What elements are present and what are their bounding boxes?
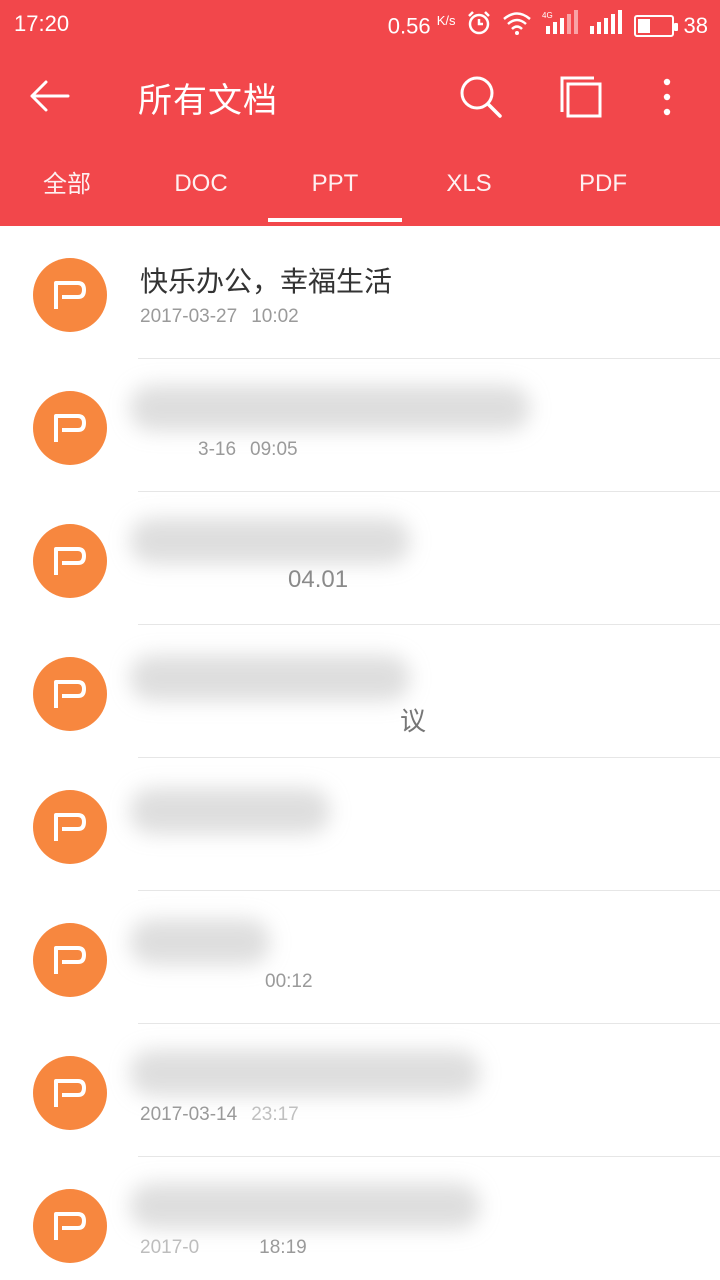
list-item[interactable] bbox=[0, 758, 720, 891]
blurred-file-name bbox=[130, 1050, 480, 1096]
file-meta: 04.01 bbox=[288, 566, 348, 594]
wifi-icon bbox=[502, 11, 532, 41]
tab-ppt[interactable]: PPT bbox=[268, 144, 402, 226]
ppt-file-icon bbox=[33, 258, 107, 332]
network-speed: 0.56 K/s bbox=[388, 13, 456, 39]
list-item[interactable]: 快乐办公，幸福生活 2017-03-27 10:02 bbox=[0, 226, 720, 359]
file-date: 2017-03-14 bbox=[140, 1104, 238, 1125]
file-time: 10:02 bbox=[251, 306, 299, 327]
page-title: 所有文档 bbox=[138, 81, 278, 121]
battery-level: 38 bbox=[683, 13, 708, 38]
ppt-file-icon bbox=[33, 1056, 107, 1130]
file-meta: 议 bbox=[400, 701, 426, 738]
ppt-file-icon bbox=[33, 1189, 107, 1263]
file-date: 2017-03-27 bbox=[140, 306, 238, 327]
search-button[interactable] bbox=[456, 72, 506, 122]
alarm-icon bbox=[466, 10, 492, 42]
tab-txt[interactable]: T bbox=[670, 144, 720, 226]
back-button[interactable] bbox=[24, 70, 76, 122]
file-time: 23:17 bbox=[251, 1104, 299, 1125]
ppt-file-icon bbox=[33, 657, 107, 731]
tab-all[interactable]: 全部 bbox=[0, 144, 134, 226]
back-arrow-icon bbox=[30, 80, 70, 112]
ppt-file-icon bbox=[33, 923, 107, 997]
blurred-file-name bbox=[130, 385, 530, 431]
status-indicators: 0.56 K/s 4G 38 bbox=[388, 10, 708, 42]
file-meta: 2017-03-14 23:17 bbox=[140, 1104, 299, 1126]
app-bar: 所有文档 bbox=[0, 48, 720, 144]
file-time: 18:19 bbox=[259, 1237, 307, 1258]
signal-icon bbox=[588, 10, 624, 42]
file-meta: 2017-03-27 10:02 bbox=[140, 306, 299, 328]
status-bar: 17:20 0.56 K/s 4G 38 bbox=[0, 0, 720, 48]
file-time: 09:05 bbox=[250, 439, 298, 460]
network-speed-value: 0.56 bbox=[387, 13, 431, 39]
ppt-file-icon bbox=[33, 524, 107, 598]
more-options-button[interactable] bbox=[652, 72, 682, 122]
list-item[interactable]: 2017-03-14 23:17 bbox=[0, 1024, 720, 1157]
blurred-file-name bbox=[130, 788, 330, 834]
file-date: 3-16 bbox=[198, 439, 237, 460]
file-time: 00:12 bbox=[265, 971, 313, 992]
ppt-file-icon bbox=[33, 391, 107, 465]
file-date: 2017-0 bbox=[140, 1237, 200, 1258]
network-speed-unit: K/s bbox=[436, 12, 456, 28]
status-time: 17:20 bbox=[14, 11, 70, 36]
file-name: 快乐办公，幸福生活 bbox=[140, 265, 393, 298]
list-item[interactable]: 04.01 bbox=[0, 492, 720, 625]
file-time: 04.01 bbox=[288, 566, 349, 593]
file-meta: 2017-0 18:19 bbox=[140, 1237, 307, 1259]
more-vertical-icon bbox=[663, 78, 671, 116]
file-time: 议 bbox=[400, 706, 427, 736]
blurred-file-name bbox=[130, 919, 270, 965]
signal-4g-icon: 4G bbox=[542, 10, 578, 42]
blurred-file-name bbox=[130, 518, 410, 564]
file-list: 快乐办公，幸福生活 2017-03-27 10:02 3-16 09:05 04.0… bbox=[0, 226, 720, 1280]
list-item[interactable]: 2017-0 18:19 bbox=[0, 1157, 720, 1280]
blurred-file-name bbox=[130, 655, 410, 701]
ppt-file-icon bbox=[33, 790, 107, 864]
list-item[interactable]: 议 bbox=[0, 625, 720, 758]
tab-doc[interactable]: DOC bbox=[134, 144, 268, 226]
tab-xls[interactable]: XLS bbox=[402, 144, 536, 226]
battery-icon bbox=[633, 15, 678, 37]
copy-icon bbox=[560, 76, 602, 118]
tab-pdf[interactable]: PDF bbox=[536, 144, 670, 226]
blurred-file-name bbox=[130, 1183, 480, 1229]
file-meta: 3-16 09:05 bbox=[198, 439, 298, 461]
file-meta: 00:12 bbox=[265, 971, 313, 993]
battery-fill bbox=[637, 19, 650, 33]
network-type-label: 4G bbox=[542, 11, 553, 20]
file-type-tabs: 全部 DOC PPT XLS PDF T bbox=[0, 144, 720, 226]
list-item[interactable]: 3-16 09:05 bbox=[0, 359, 720, 492]
list-item[interactable]: 00:12 bbox=[0, 891, 720, 1024]
multi-select-button[interactable] bbox=[556, 72, 606, 122]
search-icon bbox=[460, 76, 502, 118]
